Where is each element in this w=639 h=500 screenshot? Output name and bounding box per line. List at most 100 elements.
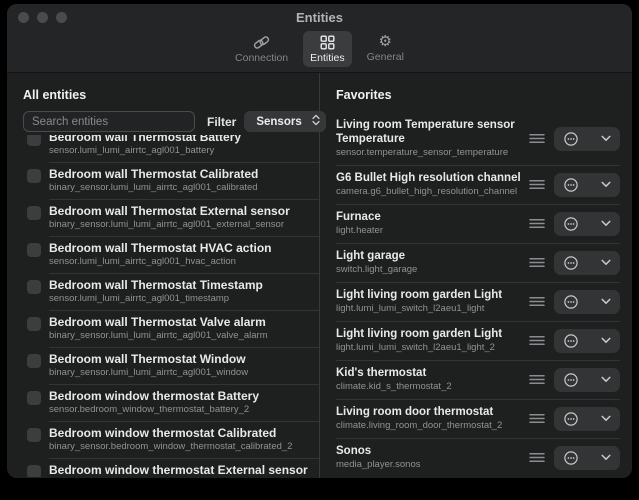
entity-checkbox[interactable] [27,428,41,442]
favorite-text: Sonos media_player.sonos [336,444,523,471]
entity-id: sensor.lumi_lumi_airrtc_agl001_timestamp [49,293,319,305]
favorites-panel: Favorites Living room Temperature sensor… [320,73,632,478]
entity-row: Bedroom wall Thermostat Battery sensor.l… [23,135,319,163]
chevron-down-icon[interactable] [601,298,611,305]
tab-entities[interactable]: Entities [303,31,351,67]
entity-checkbox[interactable] [27,280,41,294]
favorite-text: Living room door thermostat climate.livi… [336,405,523,432]
favorite-text: Furnace light.heater [336,210,523,237]
favorite-menu-button[interactable] [554,127,620,151]
entity-text: Bedroom window thermostat Battery sensor… [49,389,319,422]
favorite-menu-button[interactable] [554,446,620,470]
entity-text: Bedroom wall Thermostat Calibrated binar… [49,167,319,200]
drag-handle-icon[interactable] [529,452,545,463]
favorite-id: light.lumi_lumi_switch_l2aeu1_light_2 [336,342,523,354]
favorite-menu-button[interactable] [554,173,620,197]
entity-checkbox[interactable] [27,206,41,220]
entity-checkbox[interactable] [27,465,41,477]
tab-general-label: General [367,51,404,63]
chevron-up-down-icon [312,113,320,131]
entity-checkbox[interactable] [27,354,41,368]
drag-handle-icon[interactable] [529,374,545,385]
favorite-row: Kid's thermostat climate.kid_s_thermosta… [336,361,620,400]
favorite-title: Light living room garden Light [336,327,523,341]
ellipsis-circle-icon [563,216,579,232]
filter-label: Filter [207,115,236,129]
favorite-title: Light garage [336,249,523,263]
favorite-menu-button[interactable] [554,329,620,353]
favorite-text: Light garage switch.light_garage [336,249,523,276]
chevron-down-icon[interactable] [601,135,611,142]
drag-handle-icon[interactable] [529,413,545,424]
entity-id: binary_sensor.lumi_lumi_airrtc_agl001_ca… [49,182,319,194]
entity-id: sensor.lumi_lumi_airrtc_agl001_hvac_acti… [49,256,319,268]
favorite-title: G6 Bullet High resolution channel [336,171,523,185]
entity-text: Bedroom wall Thermostat Timestamp sensor… [49,278,319,311]
entity-row: Bedroom window thermostat Calibrated bin… [23,422,319,459]
chevron-down-icon[interactable] [601,181,611,188]
chevron-down-icon[interactable] [601,220,611,227]
entity-title: Bedroom wall Thermostat External sensor [49,204,319,218]
favorite-menu-button[interactable] [554,368,620,392]
favorite-text: Light living room garden Light light.lum… [336,288,523,315]
minimize-button[interactable] [37,12,48,23]
favorite-row: Sonos media_player.sonos [336,439,620,477]
favorite-text: Kid's thermostat climate.kid_s_thermosta… [336,366,523,393]
entity-checkbox[interactable] [27,243,41,257]
link-icon [252,34,271,51]
entity-title: Bedroom wall Thermostat Calibrated [49,167,319,181]
entity-title: Bedroom window thermostat External senso… [49,463,319,477]
chevron-down-icon[interactable] [601,454,611,461]
entity-title: Bedroom window thermostat Calibrated [49,426,319,440]
favorite-menu-button[interactable] [554,212,620,236]
tab-general[interactable]: ⚙ General [360,31,411,66]
entity-row: Bedroom window thermostat External senso… [23,459,319,477]
favorite-row: Living room door thermostat climate.livi… [336,400,620,439]
entity-title: Bedroom wall Thermostat Battery [49,135,319,144]
favorite-menu-button[interactable] [554,290,620,314]
grid-icon [319,34,336,51]
favorite-title: Furnace [336,210,523,224]
entity-text: Bedroom wall Thermostat HVAC action sens… [49,241,319,274]
favorite-row: Light living room garden Light light.lum… [336,322,620,361]
drag-handle-icon[interactable] [529,133,545,144]
chevron-down-icon[interactable] [601,259,611,266]
zoom-button[interactable] [56,12,67,23]
toolbar: Connection Entities ⚙ [7,30,632,72]
entity-checkbox[interactable] [27,391,41,405]
favorite-id: switch.light_garage [336,264,523,276]
favorites-list-viewport: Living room Temperature sensor Temperatu… [336,113,620,477]
favorite-id: camera.g6_bullet_high_resolution_channel [336,186,523,198]
entities-window: Entities Connection [7,4,632,478]
ellipsis-circle-icon [563,450,579,466]
window-chrome: Entities Connection [7,4,632,73]
tab-connection-label: Connection [235,52,288,64]
drag-handle-icon[interactable] [529,335,545,346]
entity-checkbox[interactable] [27,135,41,146]
drag-handle-icon[interactable] [529,218,545,229]
chevron-down-icon[interactable] [601,337,611,344]
chevron-down-icon[interactable] [601,415,611,422]
tab-connection[interactable]: Connection [228,31,295,67]
entity-text: Bedroom wall Thermostat Window binary_se… [49,352,319,385]
all-entities-panel: All entities Filter Sensors [7,73,320,478]
close-button[interactable] [18,12,29,23]
entity-title: Bedroom window thermostat Battery [49,389,319,403]
search-input[interactable] [23,111,195,132]
drag-handle-icon[interactable] [529,296,545,307]
entity-title: Bedroom wall Thermostat Timestamp [49,278,319,292]
entity-row: Bedroom window thermostat Battery sensor… [23,385,319,422]
favorite-text: Living room Temperature sensor Temperatu… [336,118,523,159]
drag-handle-icon[interactable] [529,257,545,268]
favorite-id: media_player.sonos [336,459,523,471]
favorite-menu-button[interactable] [554,407,620,431]
entity-checkbox[interactable] [27,169,41,183]
drag-handle-icon[interactable] [529,179,545,190]
favorite-title: Living room door thermostat [336,405,523,419]
filter-select[interactable]: Sensors [244,111,325,132]
entity-checkbox[interactable] [27,317,41,331]
chevron-down-icon[interactable] [601,376,611,383]
favorite-menu-button[interactable] [554,251,620,275]
entity-id: binary_sensor.lumi_lumi_airrtc_agl001_ex… [49,219,319,231]
titlebar: Entities [7,4,632,30]
